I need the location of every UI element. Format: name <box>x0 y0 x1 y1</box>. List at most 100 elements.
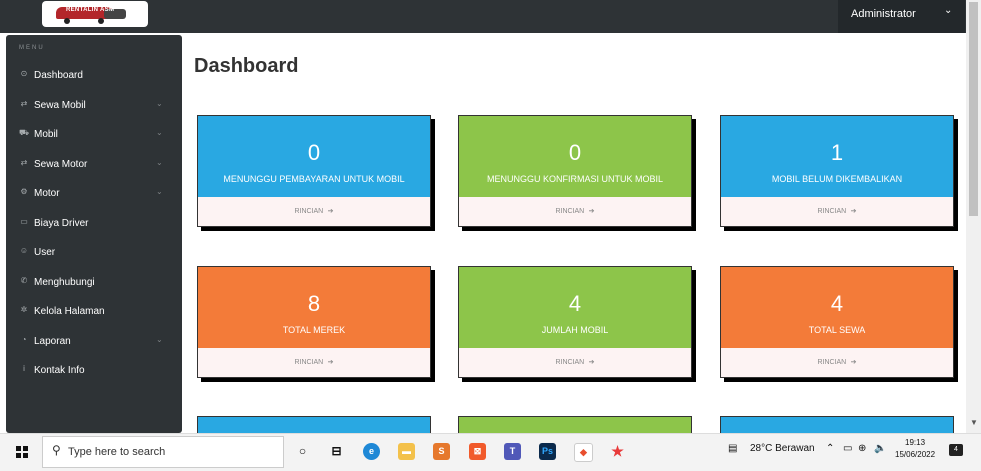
photoshop-icon[interactable]: Ps <box>539 443 556 460</box>
sidebar-item-label: Dashboard <box>34 70 83 81</box>
details-link-label: RINCIAN <box>294 359 324 366</box>
sidebar-item-label: Kontak Info <box>34 365 85 376</box>
details-link-label: RINCIAN <box>817 359 847 366</box>
stat-label: TOTAL MEREK <box>282 325 346 335</box>
battery-icon[interactable]: ▭ <box>843 443 852 454</box>
edge-browser-icon[interactable]: e <box>363 443 380 460</box>
info-icon: i <box>23 364 25 373</box>
task-view-icon[interactable]: ⊟ <box>328 443 345 460</box>
sidebar-item-user[interactable]: ☺ User <box>6 238 182 267</box>
page-title: Dashboard <box>194 55 299 77</box>
sidebar-item-dashboard[interactable]: ⊙ Dashboard <box>6 61 182 90</box>
money-icon: ▭ <box>20 216 28 226</box>
taskbar-search-input[interactable]: ⚲ Type here to search <box>42 436 284 468</box>
notification-icon[interactable]: 4 <box>949 444 963 456</box>
sidebar-item-label: Motor <box>34 188 60 199</box>
stat-card-header: 1 MOBIL BELUM DIKEMBALIKAN <box>721 116 953 197</box>
sidebar-item-motor[interactable]: ⚙ Motor ⌄ <box>6 179 182 208</box>
volume-icon[interactable]: 🔈 <box>874 443 886 454</box>
sidebar-item-label: Menghubungi <box>34 276 95 288</box>
office-icon[interactable]: ◆ <box>574 443 593 462</box>
user-menu[interactable]: Administrator ⌄ <box>838 0 965 33</box>
sidebar-item-biaya-driver[interactable]: ▭ Biaya Driver <box>6 209 182 238</box>
stat-card: 0 MENUNGGU KONFIRMASI UNTUK MOBIL RINCIAN … <box>458 115 692 227</box>
stat-card: 8 TOTAL MEREK RINCIAN ➔ <box>197 266 431 378</box>
chevron-up-icon[interactable]: ⌃ <box>826 443 834 454</box>
partial-card <box>197 416 431 434</box>
details-link[interactable]: RINCIAN ➔ <box>198 348 430 377</box>
details-link[interactable]: RINCIAN ➔ <box>459 348 691 377</box>
stat-value: 1 <box>830 140 844 165</box>
details-link-label: RINCIAN <box>555 208 585 215</box>
file-explorer-icon[interactable]: ▬ <box>398 443 415 460</box>
stat-card-header: 0 MENUNGGU KONFIRMASI UNTUK MOBIL <box>459 116 691 197</box>
sidebar-item-menghubungi[interactable]: ✆ Menghubungi <box>6 268 182 297</box>
sidebar-item-sewa-mobil[interactable]: ⇄ Sewa Mobil ⌄ <box>6 91 182 120</box>
sidebar-item-mobil[interactable]: ⛟ Mobil ⌄ <box>6 120 182 149</box>
sidebar-item-label: Sewa Motor <box>34 158 88 170</box>
chevron-down-icon: ⌄ <box>156 98 163 108</box>
sidebar-item-label: Kelola Halaman <box>34 306 105 317</box>
scrollbar-thumb[interactable] <box>969 2 978 216</box>
arrow-right-icon: ➔ <box>850 208 857 215</box>
weather-icon[interactable]: ▤ <box>728 443 737 454</box>
stat-card: 4 TOTAL SEWA RINCIAN ➔ <box>720 266 954 378</box>
stat-value: 0 <box>568 140 582 165</box>
chevron-down-icon: ⌄ <box>156 157 163 167</box>
users-icon: ☺ <box>19 246 29 255</box>
logo-text: RENTALIN ASM <box>66 7 115 13</box>
stat-value: 4 <box>830 291 844 316</box>
page-scrollbar[interactable]: ▼ <box>966 0 981 433</box>
motorcycle-icon: ⚙ <box>20 187 28 196</box>
search-placeholder: Type here to search <box>68 446 166 458</box>
windows-taskbar: ⚲ Type here to search ○ ⊟ e ▬ S ⊠ T Ps ◆… <box>0 433 981 471</box>
report-icon: ◔ <box>21 334 27 344</box>
chevron-down-icon: ⌄ <box>156 128 163 137</box>
details-link[interactable]: RINCIAN ➔ <box>721 197 953 226</box>
star-app-icon[interactable]: ★ <box>609 443 626 460</box>
phone-icon: ✆ <box>20 275 28 285</box>
arrow-right-icon: ➔ <box>850 359 857 366</box>
weather-text[interactable]: 28°C Berawan <box>750 443 815 454</box>
stat-label: TOTAL SEWA <box>808 325 866 335</box>
details-link[interactable]: RINCIAN ➔ <box>459 197 691 226</box>
stat-card: 0 MENUNGGU PEMBAYARAN UNTUK MOBIL RINCIAN … <box>197 115 431 227</box>
sidebar-item-laporan[interactable]: ◔ Laporan ⌄ <box>6 327 182 356</box>
top-navbar: RENTALIN ASM Administrator ⌄ <box>0 0 966 33</box>
network-icon[interactable]: ⊕ <box>858 443 866 454</box>
search-icon: ⚲ <box>52 443 61 457</box>
windows-start-icon[interactable] <box>16 446 28 458</box>
partial-card <box>458 416 692 434</box>
xampp-icon[interactable]: ⊠ <box>469 443 486 460</box>
scroll-down-arrow-icon[interactable]: ▼ <box>970 418 978 427</box>
arrow-right-icon: ➔ <box>588 359 595 366</box>
stat-label: JUMLAH MOBIL <box>541 325 609 335</box>
clock-time: 19:13 <box>905 438 926 447</box>
stat-card-header: 0 MENUNGGU PEMBAYARAN UNTUK MOBIL <box>198 116 430 197</box>
sidebar-item-label: User <box>34 247 56 258</box>
details-link[interactable]: RINCIAN ➔ <box>721 348 953 377</box>
details-link-label: RINCIAN <box>555 359 585 366</box>
brand-logo[interactable]: RENTALIN ASM <box>42 1 148 27</box>
stat-card-header: 4 JUMLAH MOBIL <box>459 267 691 348</box>
gear-icon: ✲ <box>20 305 28 314</box>
dashboard-icon: ⊙ <box>20 69 28 78</box>
details-link[interactable]: RINCIAN ➔ <box>198 197 430 226</box>
sidebar-item-label: Biaya Driver <box>34 217 89 229</box>
details-link-label: RINCIAN <box>294 208 324 215</box>
sidebar-item-kelola-halaman[interactable]: ✲ Kelola Halaman <box>6 297 182 326</box>
taskbar-clock[interactable]: 19:13 15/06/2022 <box>895 437 935 461</box>
sidebar: MENU ⊙ Dashboard ⇄ Sewa Mobil ⌄ ⛟ Mobil ⌄ ⇄ Sewa … <box>6 35 182 433</box>
arrow-right-icon: ➔ <box>588 208 595 215</box>
cortana-icon[interactable]: ○ <box>294 443 311 460</box>
sidebar-item-kontak-info[interactable]: i Kontak Info <box>6 356 182 385</box>
chevron-down-icon: ⌄ <box>156 187 163 196</box>
stat-card: 4 JUMLAH MOBIL RINCIAN ➔ <box>458 266 692 378</box>
sidebar-item-label: Mobil <box>34 129 58 140</box>
teams-icon[interactable]: T <box>504 443 521 460</box>
sublime-text-icon[interactable]: S <box>433 443 450 460</box>
chevron-down-icon: ⌄ <box>944 5 953 16</box>
sidebar-item-sewa-motor[interactable]: ⇄ Sewa Motor ⌄ <box>6 150 182 179</box>
stat-card: 1 MOBIL BELUM DIKEMBALIKAN RINCIAN ➔ <box>720 115 954 227</box>
user-name: Administrator <box>851 8 916 20</box>
